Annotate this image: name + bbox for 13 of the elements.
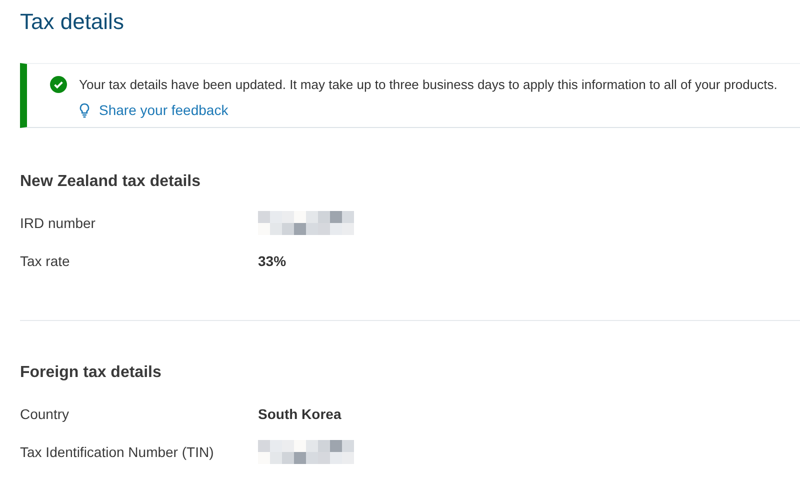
field-value: 33%: [258, 252, 286, 270]
field-value: South Korea: [258, 404, 342, 424]
section-heading: Foreign tax details: [20, 363, 162, 383]
page-title: Tax details: [20, 8, 125, 36]
field-label: Tax Identification Number (TIN): [20, 442, 215, 462]
check-circle-icon: [50, 76, 67, 93]
lightbulb-icon: [79, 102, 90, 118]
field-label: IRD number: [20, 214, 96, 232]
field-label: Tax rate: [20, 252, 71, 270]
section-heading: New Zealand tax details: [20, 172, 202, 192]
feedback-link[interactable]: Share your feedback: [99, 100, 228, 120]
field-label: Country: [20, 404, 70, 424]
notice-message: Your tax details have been updated. It may take up to three business days to apply this information to all of your products.: [79, 76, 778, 94]
